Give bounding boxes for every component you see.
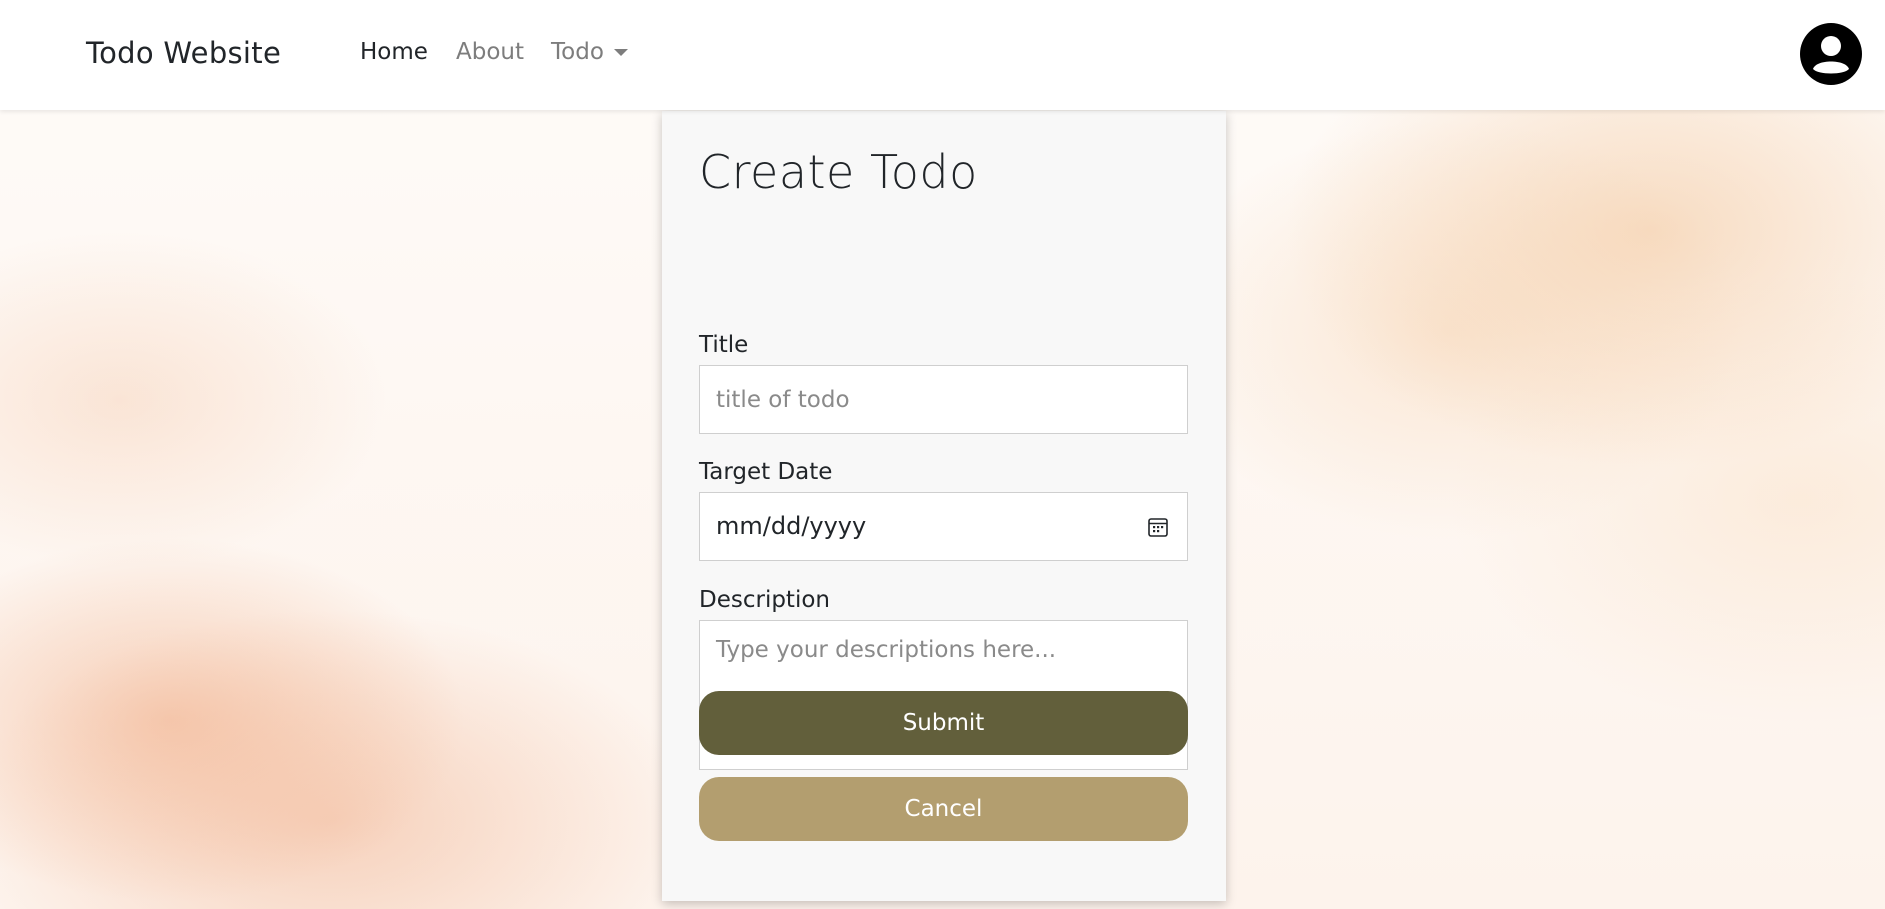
create-todo-card: Create Todo Title Target Date mm/dd/yyyy… [662, 111, 1226, 901]
page-title: Create Todo [699, 145, 978, 199]
title-input[interactable] [699, 365, 1188, 434]
target-date-label: Target Date [699, 459, 833, 485]
target-date-value: mm/dd/yyyy [716, 512, 867, 540]
nav-dropdown-todo[interactable]: Todo [551, 39, 628, 65]
nav-link-about[interactable]: About [456, 39, 524, 65]
user-avatar-icon[interactable] [1800, 23, 1862, 85]
navbar: Todo Website Home About Todo [0, 0, 1885, 110]
caret-down-icon [613, 48, 628, 56]
nav-link-home[interactable]: Home [360, 39, 428, 65]
nav-dropdown-todo-label: Todo [551, 39, 604, 65]
cancel-button[interactable]: Cancel [699, 777, 1188, 841]
title-label: Title [699, 332, 749, 358]
description-label: Description [699, 587, 830, 613]
calendar-icon[interactable] [1147, 516, 1169, 538]
brand-link[interactable]: Todo Website [86, 36, 281, 70]
target-date-input[interactable]: mm/dd/yyyy [699, 492, 1188, 561]
submit-button[interactable]: Submit [699, 691, 1188, 755]
